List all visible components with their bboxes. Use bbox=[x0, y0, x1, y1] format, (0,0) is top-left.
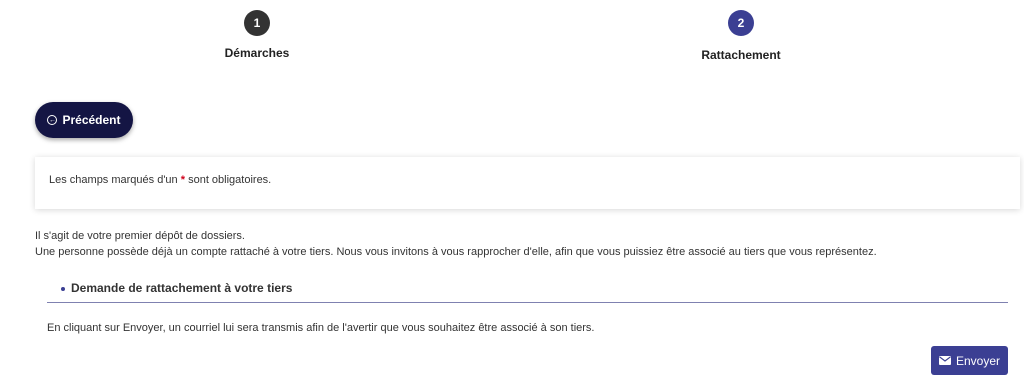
step-rattachement[interactable]: 2 Rattachement bbox=[691, 10, 791, 62]
step-label-demarches: Démarches bbox=[224, 46, 290, 60]
intro-line-2: Une personne possède déjà un compte ratt… bbox=[35, 246, 877, 258]
send-notice: En cliquant sur Envoyer, un courriel lui… bbox=[47, 322, 595, 334]
previous-button-label: Précédent bbox=[62, 113, 121, 127]
section-heading: Demande de rattachement à votre tiers bbox=[47, 281, 1008, 303]
send-button[interactable]: Envoyer bbox=[931, 346, 1008, 375]
send-button-label: Envoyer bbox=[955, 353, 1001, 368]
step-number-2: 2 bbox=[728, 10, 754, 36]
circle-arrow-left-icon: ← bbox=[47, 115, 58, 125]
step-number-1: 1 bbox=[244, 10, 270, 36]
required-text-suffix: sont obligatoires. bbox=[188, 174, 272, 186]
stepper: 1 Démarches 2 Rattachement bbox=[0, 0, 1024, 80]
intro-line-1: Il s'agit de votre premier dépôt de doss… bbox=[35, 230, 245, 242]
intro-text: Il s'agit de votre premier dépôt de doss… bbox=[35, 228, 877, 260]
step-demarches[interactable]: 1 Démarches bbox=[207, 10, 307, 60]
required-fields-notice: Les champs marqués d'un * sont obligatoi… bbox=[35, 157, 1020, 209]
required-text-prefix: Les champs marqués d'un bbox=[49, 174, 178, 186]
step-label-rattachement: Rattachement bbox=[701, 48, 781, 62]
section-title: Demande de rattachement à votre tiers bbox=[71, 281, 293, 295]
bullet-icon bbox=[61, 286, 65, 291]
required-star: * bbox=[180, 174, 186, 186]
previous-button[interactable]: ← Précédent bbox=[35, 102, 133, 138]
envelope-icon bbox=[938, 356, 951, 365]
